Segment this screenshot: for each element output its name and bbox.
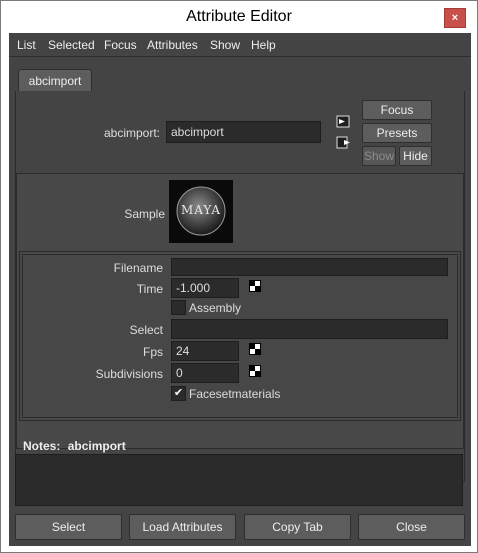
node-name-field[interactable]: abcimport [166, 121, 321, 143]
filename-field[interactable] [171, 258, 448, 276]
checkmark-icon: ✔ [173, 387, 184, 399]
subdivisions-keyframe-icon[interactable] [249, 365, 261, 377]
notes-node: abcimport [67, 439, 126, 453]
select-button[interactable]: Select [15, 514, 122, 540]
copy-tab-button[interactable]: Copy Tab [244, 514, 351, 540]
hide-button[interactable]: Hide [399, 146, 432, 166]
menu-help[interactable]: Help [251, 38, 276, 52]
facesetmaterials-label: Facesetmaterials [189, 387, 281, 401]
sample-logo-text: MAYA [180, 203, 222, 217]
subdivisions-field[interactable]: 0 [171, 363, 239, 383]
subdivisions-label: Subdivisions [95, 367, 163, 381]
notes-title: Notes: [23, 439, 61, 453]
assembly-checkbox[interactable] [171, 300, 186, 315]
attribute-frame: Sample MAYA Filename Time -1.000 Assembl… [16, 173, 464, 449]
presets-button[interactable]: Presets [362, 123, 432, 143]
time-keyframe-icon[interactable] [249, 280, 261, 292]
close-button[interactable]: Close [358, 514, 465, 540]
notes-textarea[interactable] [15, 454, 463, 506]
title-bar: Attribute Editor × [1, 1, 477, 33]
assembly-label: Assembly [189, 301, 242, 315]
fps-field[interactable]: 24 [171, 341, 239, 361]
window-title: Attribute Editor [186, 8, 292, 25]
filename-label: Filename [113, 261, 163, 275]
tab-panel: abcimport: abcimport Focus Presets Show … [15, 91, 465, 482]
client-area: List Selected Focus Attributes Show Help… [9, 33, 471, 546]
sample-label: Sample [124, 207, 165, 221]
attribute-list-inner: Filename Time -1.000 Assembly Select Fps… [22, 254, 458, 418]
load-output-icon[interactable] [336, 136, 352, 150]
menu-selected[interactable]: Selected [48, 38, 95, 52]
node-name-label: abcimport: [103, 126, 160, 140]
tab-strip: abcimport [15, 69, 465, 92]
attribute-list: Filename Time -1.000 Assembly Select Fps… [19, 251, 461, 421]
tab-abcimport[interactable]: abcimport [18, 69, 92, 92]
menu-focus[interactable]: Focus [104, 38, 137, 52]
fps-label: Fps [142, 345, 163, 359]
menu-divider [9, 56, 471, 57]
select-label: Select [129, 323, 163, 337]
load-input-icon[interactable] [336, 115, 352, 129]
fps-keyframe-icon[interactable] [249, 343, 261, 355]
menu-attributes[interactable]: Attributes [147, 38, 198, 52]
focus-button[interactable]: Focus [362, 100, 432, 120]
menu-list[interactable]: List [17, 38, 36, 52]
facesetmaterials-checkbox[interactable]: ✔ [171, 386, 186, 401]
notes-label: Notes: abcimport [23, 439, 126, 453]
menu-show[interactable]: Show [210, 38, 240, 52]
menu-bar: List Selected Focus Attributes Show Help [9, 33, 471, 55]
select-field[interactable] [171, 319, 448, 339]
time-field[interactable]: -1.000 [171, 278, 239, 298]
attribute-editor-window: Attribute Editor × List Selected Focus A… [0, 0, 478, 553]
close-icon[interactable]: × [444, 8, 466, 28]
time-label: Time [136, 282, 163, 296]
load-attributes-button[interactable]: Load Attributes [129, 514, 236, 540]
show-button[interactable]: Show [362, 146, 396, 166]
sample-swatch: MAYA [169, 180, 233, 243]
